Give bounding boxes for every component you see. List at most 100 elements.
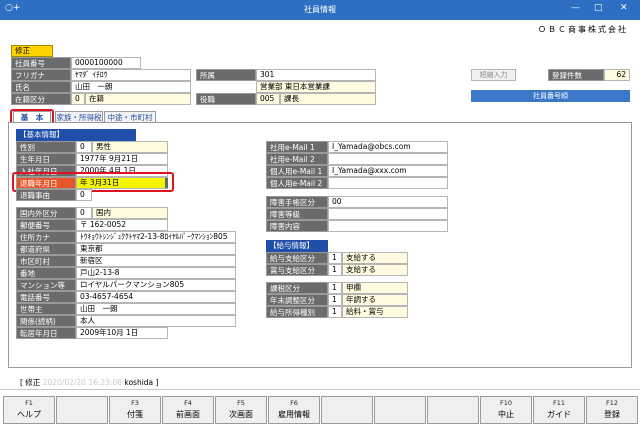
mansion-field[interactable]: ロイヤルパークマンション805: [76, 279, 236, 291]
f12-register-button[interactable]: F12 登録: [586, 396, 638, 424]
salary-code[interactable]: 1: [328, 252, 342, 264]
pref-field[interactable]: 東京都: [76, 243, 236, 255]
company-mail2-label: 社用e-Mail 2: [266, 153, 328, 165]
divider: [0, 389, 640, 390]
retire-reason-label: 退職事由: [16, 189, 76, 201]
personal-mail1-field[interactable]: I_Yamada@xxx.com: [328, 165, 448, 177]
block-label: 番地: [16, 267, 76, 279]
gender-value: 男性: [92, 141, 168, 153]
birth-label: 生年月日: [16, 153, 76, 165]
country-code[interactable]: 0: [76, 207, 92, 219]
furigana-label: フリガナ: [11, 69, 71, 81]
city-field[interactable]: 新宿区: [76, 255, 236, 267]
company-mail1-label: 社用e-Mail 1: [266, 141, 328, 153]
disab-code[interactable]: 00: [328, 196, 448, 208]
status-user: koshida: [124, 378, 154, 387]
dept-code[interactable]: 301: [256, 69, 376, 81]
title-label: 役職: [196, 93, 256, 105]
bonus-value: 支給する: [342, 264, 408, 276]
income-label: 給与所得種別: [266, 306, 328, 318]
f11-guide-button[interactable]: F11 ガイド: [533, 396, 585, 424]
company-mail1-field[interactable]: I_Yamada@obcs.com: [328, 141, 448, 153]
status-value: 在籍: [85, 93, 191, 105]
f6-employment-button[interactable]: F6 雇用情報: [268, 396, 320, 424]
tax-label: 課税区分: [266, 282, 328, 294]
status-label: 在籍区分: [11, 93, 71, 105]
furigana-field[interactable]: ﾔﾏﾀﾞ ｲﾁﾛｳ: [71, 69, 191, 81]
dept-label: 所属: [196, 69, 256, 81]
adj-code[interactable]: 1: [328, 294, 342, 306]
reg-count-label: 登録件数: [548, 69, 604, 81]
dept-name: 営業部 東日本営業課: [256, 81, 376, 93]
address-kana-label: 住所カナ: [16, 231, 76, 243]
disab-grade-field[interactable]: [328, 208, 448, 220]
salary-label: 給与支給区分: [266, 252, 328, 264]
disab-grade-label: 障害等級: [266, 208, 328, 220]
tax-value: 甲欄: [342, 282, 408, 294]
basic-section-header: 【基本情報】: [16, 129, 136, 141]
f5-next-button[interactable]: F5 次画面: [215, 396, 267, 424]
f1-help-button[interactable]: F1 ヘルプ: [3, 396, 55, 424]
status-line: [ 修正 2020/02/20 16:23:08 koshida ]: [20, 378, 159, 387]
income-value: 給料・賞与: [342, 306, 408, 318]
name-field[interactable]: 山田 一朗: [71, 81, 191, 93]
birth-field[interactable]: 1977年 9月21日: [76, 153, 168, 165]
f7-blank-button[interactable]: [321, 396, 373, 424]
adj-value: 年調する: [342, 294, 408, 306]
phone-field[interactable]: 03-4657-4654: [76, 291, 236, 303]
personal-mail2-field[interactable]: [328, 177, 448, 189]
status-timestamp: 2020/02/20 16:23:08: [42, 378, 122, 387]
bonus-label: 賞与支給区分: [266, 264, 328, 276]
disab-label: 障害手帳区分: [266, 196, 328, 208]
country-label: 国内外区分: [16, 207, 76, 219]
minimize-button[interactable]: —: [571, 3, 580, 13]
f4-prev-button[interactable]: F4 前画面: [162, 396, 214, 424]
relation-field[interactable]: 本人: [76, 315, 236, 327]
window-title: 社員情報: [304, 5, 336, 14]
employee-no-label: 社員番号: [11, 57, 71, 69]
f9-blank-button[interactable]: [427, 396, 479, 424]
country-value: 国内: [92, 207, 168, 219]
bonus-code[interactable]: 1: [328, 264, 342, 276]
status-mode: [ 修正: [20, 378, 41, 387]
salary-value: 支給する: [342, 252, 408, 264]
zip-label: 郵便番号: [16, 219, 76, 231]
address-kana-field[interactable]: ﾄｳｷｮｳﾄｼﾝｼﾞｭｸｸﾄﾔﾏ2-13-8ﾛｲﾔﾙﾊﾟｰｸﾏﾝｼｮﾝ805: [76, 231, 236, 243]
city-label: 市区町村: [16, 255, 76, 267]
f3-sticky-button[interactable]: F3 付箋: [109, 396, 161, 424]
gender-code[interactable]: 0: [76, 141, 92, 153]
householder-label: 世帯主: [16, 303, 76, 315]
employee-no-field[interactable]: 0000100000: [71, 57, 141, 69]
zip-field[interactable]: 〒 162-0052: [76, 219, 168, 231]
short-input-button[interactable]: 短縮入力: [471, 69, 516, 81]
f8-blank-button[interactable]: [374, 396, 426, 424]
disab-detail-label: 障害内容: [266, 220, 328, 232]
disab-detail-field[interactable]: [328, 220, 448, 232]
adj-label: 年末調整区分: [266, 294, 328, 306]
gender-label: 性別: [16, 141, 76, 153]
company-mail2-field[interactable]: [328, 153, 448, 165]
mansion-label: マンション等: [16, 279, 76, 291]
f2-blank-button[interactable]: [56, 396, 108, 424]
mode-tag: 修正: [11, 45, 53, 57]
phone-label: 電話番号: [16, 291, 76, 303]
sort-order-button[interactable]: 社員番号順: [471, 90, 630, 102]
pay-section-header: 【給与情報】: [266, 240, 328, 252]
block-field[interactable]: 戸山2-13-8: [76, 267, 236, 279]
f10-cancel-button[interactable]: F10 中止: [480, 396, 532, 424]
tax-code[interactable]: 1: [328, 282, 342, 294]
title-bar: ○+ 社員情報 — □ ✕: [0, 0, 640, 20]
income-code[interactable]: 1: [328, 306, 342, 318]
company-name: ＯＢＣ商事株式会社: [538, 25, 628, 34]
close-button[interactable]: ✕: [620, 3, 628, 13]
title-code[interactable]: 005: [256, 93, 280, 105]
moved-field[interactable]: 2009年10月 1日: [76, 327, 168, 339]
personal-mail2-label: 個人用e-Mail 2: [266, 177, 328, 189]
householder-field[interactable]: 山田 一朗: [76, 303, 236, 315]
maximize-button[interactable]: □: [594, 3, 603, 13]
retire-reason-code[interactable]: 0: [76, 189, 92, 201]
moved-label: 転居年月日: [16, 327, 76, 339]
personal-mail1-label: 個人用e-Mail 1: [266, 165, 328, 177]
status-code[interactable]: 0: [71, 93, 85, 105]
reg-count: 62: [604, 69, 630, 81]
